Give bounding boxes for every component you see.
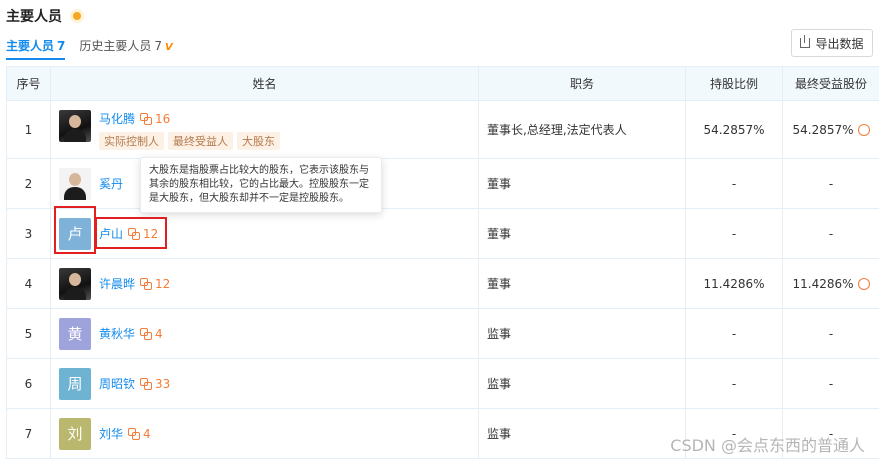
col-header-position: 职务 bbox=[478, 66, 686, 101]
share-cell: 54.2857% bbox=[685, 100, 783, 159]
table-row: 1 马化腾 16 实际控制人 最终受益人 大股东 董事长,总经理,法定代表人 5… bbox=[6, 100, 879, 159]
row-index: 5 bbox=[6, 308, 51, 359]
person-name-link[interactable]: 刘华 bbox=[99, 425, 123, 442]
tab-label: 历史主要人员 bbox=[79, 39, 152, 53]
tab-label: 主要人员 bbox=[6, 39, 55, 53]
tab-history-personnel[interactable]: 历史主要人员 7 V bbox=[79, 37, 172, 58]
position-cell: 董事 bbox=[478, 158, 686, 209]
name-cell: 许晨晔 12 bbox=[50, 258, 479, 309]
share-cell: 11.4286% bbox=[685, 258, 783, 309]
major-shareholder-tooltip: 大股东是指股票占比较大的股东，它表示该股东与其余的股东相比较，它的占比最大。控股… bbox=[140, 157, 382, 213]
position-cell: 董事长,总经理,法定代表人 bbox=[478, 100, 686, 159]
tab-count: 7 bbox=[57, 39, 66, 53]
table-header-row: 序号 姓名 职务 持股比例 最终受益股份 bbox=[6, 66, 879, 101]
row-index: 7 bbox=[6, 408, 51, 459]
person-name-link[interactable]: 马化腾 bbox=[99, 110, 135, 127]
position-cell: 监事 bbox=[478, 408, 686, 459]
table-row: 4 许晨晔 12 董事 11.4286% 11.4286% bbox=[6, 258, 879, 309]
avatar[interactable] bbox=[59, 267, 91, 300]
avatar[interactable]: 周 bbox=[59, 367, 91, 400]
benefit-cell: - bbox=[782, 158, 879, 209]
position-cell: 监事 bbox=[478, 358, 686, 409]
row-index: 4 bbox=[6, 258, 51, 309]
relation-icon[interactable] bbox=[140, 112, 153, 125]
col-header-share: 持股比例 bbox=[685, 66, 783, 101]
benefit-cell: - bbox=[782, 358, 879, 409]
relation-count[interactable]: 4 bbox=[155, 327, 163, 341]
benefit-cell: 11.4286% bbox=[782, 258, 879, 309]
benefit-cell: 54.2857% bbox=[782, 100, 879, 159]
name-cell: 黄 黄秋华 4 bbox=[50, 308, 479, 359]
relation-count[interactable]: 4 bbox=[143, 427, 151, 441]
name-cell: 刘 刘华 4 bbox=[50, 408, 479, 459]
avatar[interactable]: 黄 bbox=[59, 317, 91, 350]
person-name-link[interactable]: 黄秋华 bbox=[99, 325, 135, 342]
benefit-cell: - bbox=[782, 208, 879, 259]
benefit-value: 11.4286% bbox=[792, 276, 854, 291]
name-cell: 周 周昭钦 33 bbox=[50, 358, 479, 409]
avatar[interactable] bbox=[59, 109, 91, 142]
row-index: 2 bbox=[6, 158, 51, 209]
vip-badge-icon: V bbox=[165, 42, 173, 53]
relation-icon[interactable] bbox=[128, 427, 141, 440]
share-cell: - bbox=[685, 308, 783, 359]
person-name-link[interactable]: 周昭钦 bbox=[99, 375, 135, 392]
name-cell: 马化腾 16 实际控制人 最终受益人 大股东 bbox=[50, 100, 479, 159]
table-row: 2 奚丹 董事 - - bbox=[6, 158, 879, 209]
col-header-benefit: 最终受益股份 bbox=[782, 66, 879, 101]
table-row: 5 黄 黄秋华 4 监事 - - bbox=[6, 308, 879, 359]
benefit-value: 54.2857% bbox=[792, 122, 854, 137]
tab-bar: 主要人员 7 历史主要人员 7 V bbox=[6, 36, 187, 60]
highlight-box-name bbox=[95, 217, 167, 249]
share-cell: - bbox=[685, 158, 783, 209]
row-index: 3 bbox=[6, 208, 51, 259]
benefit-cell: - bbox=[782, 308, 879, 359]
highlight-box-avatar bbox=[54, 206, 96, 254]
relation-icon[interactable] bbox=[140, 327, 153, 340]
download-icon bbox=[800, 35, 811, 48]
tab-count: 7 bbox=[154, 39, 163, 53]
col-header-name: 姓名 bbox=[50, 66, 479, 101]
row-index: 1 bbox=[6, 100, 51, 159]
page-title: 主要人员 bbox=[6, 9, 62, 25]
person-name-link[interactable]: 奚丹 bbox=[99, 175, 123, 192]
row-index: 6 bbox=[6, 358, 51, 409]
relation-count[interactable]: 12 bbox=[155, 277, 170, 291]
relation-icon[interactable] bbox=[140, 277, 153, 290]
relation-count[interactable]: 16 bbox=[155, 112, 170, 126]
tag-major-shareholder[interactable]: 大股东 bbox=[237, 131, 280, 150]
position-cell: 董事 bbox=[478, 208, 686, 259]
col-header-index: 序号 bbox=[6, 66, 51, 101]
equity-chart-icon[interactable] bbox=[857, 278, 870, 290]
share-cell: - bbox=[685, 208, 783, 259]
header: 主要人员 bbox=[6, 6, 84, 26]
tag-ultimate-beneficiary[interactable]: 最终受益人 bbox=[168, 131, 233, 150]
relation-count[interactable]: 33 bbox=[155, 377, 170, 391]
avatar[interactable]: 刘 bbox=[59, 417, 91, 450]
relation-icon[interactable] bbox=[140, 377, 153, 390]
export-label: 导出数据 bbox=[815, 36, 864, 51]
watermark: CSDN @会点东西的普通人 bbox=[670, 436, 865, 455]
position-cell: 董事 bbox=[478, 258, 686, 309]
export-data-button[interactable]: 导出数据 bbox=[791, 29, 873, 57]
position-cell: 监事 bbox=[478, 308, 686, 359]
vip-icon[interactable] bbox=[70, 9, 84, 23]
equity-chart-icon[interactable] bbox=[857, 124, 870, 136]
share-cell: - bbox=[685, 358, 783, 409]
avatar[interactable] bbox=[59, 167, 91, 200]
tab-main-personnel[interactable]: 主要人员 7 bbox=[6, 37, 66, 60]
person-name-link[interactable]: 许晨晔 bbox=[99, 275, 135, 292]
personnel-table: 序号 姓名 职务 持股比例 最终受益股份 1 马化腾 16 实际控制人 最终受益… bbox=[6, 66, 879, 459]
tag-actual-controller[interactable]: 实际控制人 bbox=[99, 131, 164, 150]
table-row: 6 周 周昭钦 33 监事 - - bbox=[6, 358, 879, 409]
